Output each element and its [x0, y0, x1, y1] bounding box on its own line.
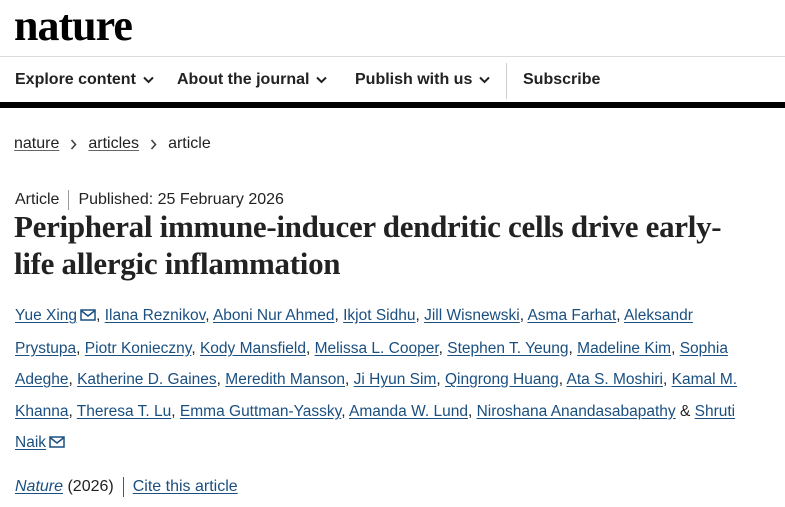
author-link[interactable]: Katherine D. Gaines [77, 371, 217, 388]
title-line-1: Peripheral immune-inducer dendritic cell… [14, 209, 722, 244]
breadcrumb-home[interactable]: nature [14, 135, 59, 153]
author-line: Naik [15, 427, 775, 460]
nature-logo[interactable]: nature [14, 2, 133, 50]
author-link[interactable]: Naik [15, 434, 46, 451]
author-link[interactable]: Meredith Manson [225, 371, 345, 388]
author-link[interactable]: Khanna [15, 403, 68, 420]
chevron-right-icon [70, 138, 77, 150]
author-link[interactable]: Kamal M. [672, 371, 737, 388]
author-link[interactable]: Stephen T. Yeung [447, 340, 568, 357]
chevron-down-icon [143, 76, 154, 84]
author-link[interactable]: Ikjot Sidhu [343, 307, 415, 324]
nav-publish-with-us[interactable]: Publish with us [355, 57, 491, 103]
author-link[interactable]: Emma Guttman-Yassky [180, 403, 341, 420]
nav-publish-label: Publish with us [355, 71, 473, 88]
citation-meta: Nature (2026) Cite this article [15, 476, 238, 498]
article-title: Peripheral immune-inducer dendritic cell… [14, 208, 784, 282]
author-link[interactable]: Sophia [680, 340, 728, 357]
nav-subscribe[interactable]: Subscribe [523, 57, 600, 103]
breadcrumb-current: article [168, 135, 211, 152]
author-line: Yue Xing, Ilana Reznikov, Aboni Nur Ahme… [15, 300, 775, 333]
author-link[interactable]: Qingrong Huang [445, 371, 559, 388]
title-line-2: life allergic inflammation [14, 246, 341, 281]
breadcrumb-articles[interactable]: articles [88, 135, 139, 153]
publication-year: (2026) [63, 478, 114, 495]
author-link[interactable]: Prystupa [15, 340, 76, 357]
author-link[interactable]: Jill Wisnewski [424, 307, 520, 324]
author-list: Yue Xing, Ilana Reznikov, Aboni Nur Ahme… [15, 300, 775, 460]
journal-link[interactable]: Nature [15, 478, 63, 496]
chevron-right-icon [150, 138, 157, 150]
author-link[interactable]: Niroshana Anandasabapathy [477, 403, 676, 420]
cite-article-link[interactable]: Cite this article [133, 478, 238, 496]
author-line: Khanna, Theresa T. Lu, Emma Guttman-Yass… [15, 402, 736, 420]
author-link[interactable]: Piotr Konieczny [85, 340, 192, 357]
top-navigation: Explore content About the journal Publis… [0, 56, 785, 108]
mail-icon[interactable] [80, 301, 96, 333]
author-link[interactable]: Madeline Kim [577, 340, 671, 357]
chevron-down-icon [479, 76, 491, 84]
mail-icon[interactable] [49, 428, 65, 460]
author-link[interactable]: Melissa L. Cooper [315, 340, 439, 357]
author-link[interactable]: Kody Mansfield [200, 340, 306, 357]
nav-explore-label: Explore content [15, 71, 136, 88]
author-link[interactable]: Theresa T. Lu [77, 403, 172, 420]
published-date: Published: 25 February 2026 [78, 191, 284, 208]
author-link[interactable]: Adeghe [15, 371, 68, 388]
author-link[interactable]: Asma Farhat [527, 307, 616, 324]
breadcrumb: nature articles article [14, 133, 211, 155]
nav-about-journal[interactable]: About the journal [177, 57, 328, 103]
chevron-down-icon [316, 76, 328, 84]
author-line: Adeghe, Katherine D. Gaines, Meredith Ma… [15, 371, 738, 389]
author-link[interactable]: Aboni Nur Ahmed [213, 307, 335, 324]
nav-explore-content[interactable]: Explore content [15, 57, 154, 103]
article-type: Article [15, 191, 60, 208]
meta-divider [68, 190, 70, 210]
citation-divider [122, 477, 124, 497]
author-link[interactable]: Ilana Reznikov [105, 307, 206, 324]
author-link[interactable]: Yue Xing [15, 307, 77, 324]
nav-divider [506, 63, 507, 99]
nav-about-label: About the journal [177, 71, 310, 88]
author-link[interactable]: Amanda W. Lund [349, 403, 468, 420]
author-link[interactable]: Shruti [695, 403, 736, 420]
author-link[interactable]: Ata S. Moshiri [567, 371, 663, 388]
author-line: Prystupa, Piotr Konieczny, Kody Mansfiel… [15, 339, 728, 357]
author-link[interactable]: Aleksandr [624, 307, 693, 324]
author-link[interactable]: Ji Hyun Sim [354, 371, 437, 388]
